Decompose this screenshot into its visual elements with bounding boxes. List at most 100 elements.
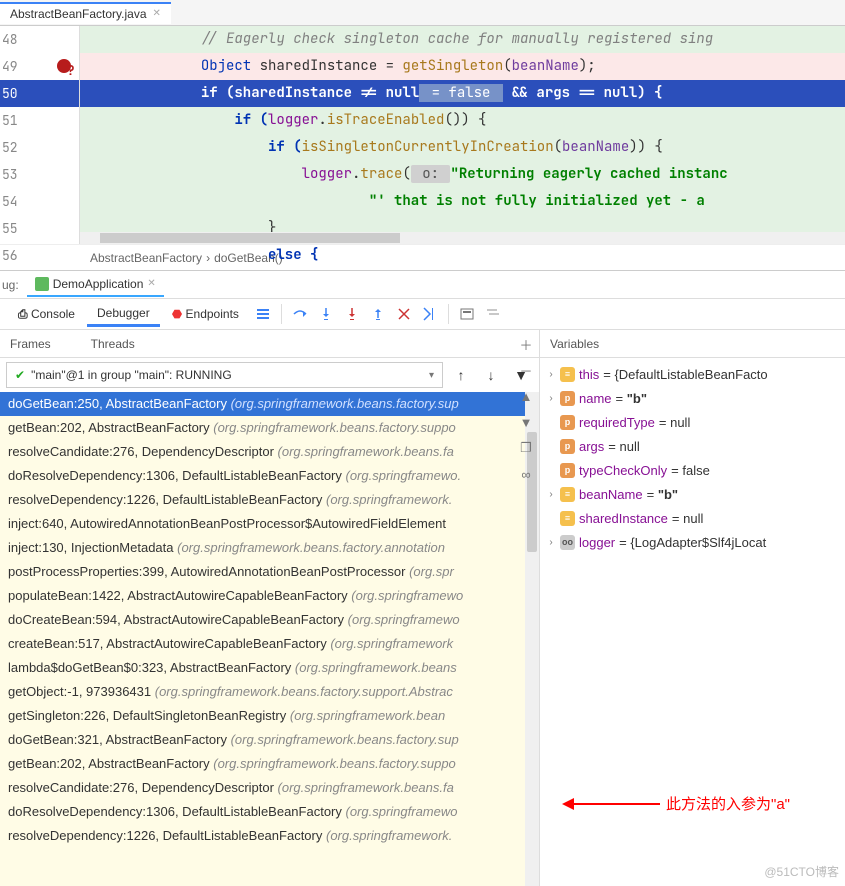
stack-frame[interactable]: resolveDependency:1226, DefaultListableB… [0, 488, 539, 512]
stack-frame[interactable]: resolveCandidate:276, DependencyDescript… [0, 776, 539, 800]
step-into-icon[interactable] [314, 302, 338, 326]
threads-view-icon[interactable] [251, 302, 275, 326]
stack-frame[interactable]: populateBean:1422, AbstractAutowireCapab… [0, 584, 539, 608]
chevron-right-icon: › [546, 513, 556, 524]
chevron-down-icon: ▾ [429, 370, 434, 381]
variable-row[interactable]: ›≡ beanName = "b" [546, 482, 839, 506]
var-type-icon: p [560, 415, 575, 430]
trace-icon[interactable] [481, 302, 505, 326]
gutter: 48 49? 50 51 52 53 54 55 56 [0, 26, 80, 244]
console-tab[interactable]: ⎙ Console [8, 303, 85, 326]
stack-frame[interactable]: lambda$doGetBean$0:323, AbstractBeanFact… [0, 656, 539, 680]
force-step-into-icon[interactable] [340, 302, 364, 326]
run-config-tab[interactable]: DemoApplication ✕ [27, 273, 164, 297]
threads-heading[interactable]: Threads [91, 337, 135, 351]
chevron-right-icon: › [546, 489, 556, 500]
thread-dropdown[interactable]: ✔ "main"@1 in group "main": RUNNING ▾ [6, 362, 443, 388]
editor-tab[interactable]: AbstractBeanFactory.java ✕ [0, 2, 171, 24]
stack-frame[interactable]: getBean:202, AbstractBeanFactory (org.sp… [0, 752, 539, 776]
frames-heading: Frames [10, 337, 51, 351]
next-frame-icon[interactable]: ↓ [479, 363, 503, 387]
var-type-icon: p [560, 439, 575, 454]
code-line: if (isSingletonCurrentlyInCreation(beanN… [80, 134, 845, 161]
watch-up-icon[interactable]: ▲ [516, 386, 536, 406]
line-number: 51 [0, 107, 79, 134]
stack-frame[interactable]: createBean:517, AbstractAutowireCapableB… [0, 632, 539, 656]
line-number: 49? [0, 53, 79, 80]
debugger-tab[interactable]: Debugger [87, 302, 160, 327]
step-out-icon[interactable] [366, 302, 390, 326]
variable-row[interactable]: ›oo logger = {LogAdapter$Slf4jLocat [546, 530, 839, 554]
variable-row[interactable]: ›p args = null [546, 434, 839, 458]
bug-icon [35, 277, 49, 291]
stack-frame[interactable]: doCreateBean:594, AbstractAutowireCapabl… [0, 608, 539, 632]
endpoints-tab[interactable]: ⬣ Endpoints [162, 303, 249, 325]
thread-dd-label: "main"@1 in group "main": RUNNING [31, 368, 232, 382]
chevron-right-icon: › [546, 441, 556, 452]
copy-icon[interactable]: ❐ [516, 438, 536, 458]
code-line: if (sharedInstance != null = false && ar… [80, 80, 845, 107]
remove-watch-icon[interactable]: － [516, 360, 536, 380]
line-number: 52 [0, 134, 79, 161]
step-over-icon[interactable] [288, 302, 312, 326]
line-number: 56 [0, 242, 79, 269]
stack-frame[interactable]: doResolveDependency:1306, DefaultListabl… [0, 800, 539, 824]
stack-frame[interactable]: inject:130, InjectionMetadata (org.sprin… [0, 536, 539, 560]
drop-frame-icon[interactable] [392, 302, 416, 326]
code-editor[interactable]: 48 49? 50 51 52 53 54 55 56 // Eagerly c… [0, 26, 845, 244]
var-type-icon: ≡ [560, 367, 575, 382]
chevron-right-icon: › [546, 369, 556, 380]
stack-frame[interactable]: inject:640, AutowiredAnnotationBeanPostP… [0, 512, 539, 536]
code-line: "' that is not fully initialized yet - a [80, 188, 845, 215]
variable-row[interactable]: ›≡ sharedInstance = null [546, 506, 839, 530]
stack-frame[interactable]: doResolveDependency:1306, DefaultListabl… [0, 464, 539, 488]
stack-frame[interactable]: doGetBean:250, AbstractBeanFactory (org.… [0, 392, 539, 416]
line-number: 50 [0, 80, 79, 107]
stack-frames-list[interactable]: doGetBean:250, AbstractBeanFactory (org.… [0, 392, 539, 886]
variables-tree[interactable]: ›≡ this = {DefaultListableBeanFacto›p na… [540, 358, 845, 558]
close-icon[interactable]: ✕ [147, 278, 155, 289]
variable-row[interactable]: ›p requiredType = null [546, 410, 839, 434]
code-line: Object sharedInstance = getSingleton(bea… [80, 53, 845, 80]
code-line: logger.trace( o: "Returning eagerly cach… [80, 161, 845, 188]
var-type-icon: oo [560, 535, 575, 550]
chevron-right-icon: › [546, 465, 556, 476]
line-number: 53 [0, 161, 79, 188]
watch-down-icon[interactable]: ▼ [516, 412, 536, 432]
stack-frame[interactable]: doGetBean:321, AbstractBeanFactory (org.… [0, 728, 539, 752]
evaluate-icon[interactable] [455, 302, 479, 326]
prev-frame-icon[interactable]: ↑ [449, 363, 473, 387]
close-icon[interactable]: ✕ [153, 8, 161, 19]
glasses-icon[interactable]: ∞ [516, 464, 536, 484]
code-line: if (logger.isTraceEnabled()) { [80, 107, 845, 134]
annotation-text: 此方法的入参为"a" [666, 793, 790, 814]
var-type-icon: ≡ [560, 511, 575, 526]
variable-row[interactable]: ›p typeCheckOnly = false [546, 458, 839, 482]
run-to-cursor-icon[interactable] [418, 302, 442, 326]
line-number: 55 [0, 215, 79, 242]
chevron-right-icon: › [546, 393, 556, 404]
variable-row[interactable]: ›p name = "b" [546, 386, 839, 410]
stack-frame[interactable]: resolveDependency:1226, DefaultListableB… [0, 824, 539, 848]
stack-frame[interactable]: postProcessProperties:399, AutowiredAnno… [0, 560, 539, 584]
watermark: @51CTO博客 [764, 863, 839, 880]
var-type-icon: p [560, 463, 575, 478]
debug-label: ug: [2, 278, 19, 292]
editor-tab-label: AbstractBeanFactory.java [10, 7, 147, 21]
line-number: 54 [0, 188, 79, 215]
stack-frame[interactable]: resolveCandidate:276, DependencyDescript… [0, 440, 539, 464]
scrollbar-horizontal[interactable] [80, 232, 845, 244]
stack-frame[interactable]: getBean:202, AbstractBeanFactory (org.sp… [0, 416, 539, 440]
stack-frame[interactable]: getObject:-1, 973936431 (org.springframe… [0, 680, 539, 704]
var-type-icon: p [560, 391, 575, 406]
new-watch-icon[interactable]: ＋ [516, 334, 536, 354]
var-type-icon: ≡ [560, 487, 575, 502]
stack-frame[interactable]: getSingleton:226, DefaultSingletonBeanRe… [0, 704, 539, 728]
code-line: // Eagerly check singleton cache for man… [80, 26, 845, 53]
run-config-label: DemoApplication [53, 277, 144, 291]
annotation: 此方法的入参为"a" [560, 793, 790, 814]
code-line: else { [80, 242, 845, 269]
variables-heading: Variables [550, 337, 599, 351]
chevron-right-icon: › [546, 417, 556, 428]
variable-row[interactable]: ›≡ this = {DefaultListableBeanFacto [546, 362, 839, 386]
